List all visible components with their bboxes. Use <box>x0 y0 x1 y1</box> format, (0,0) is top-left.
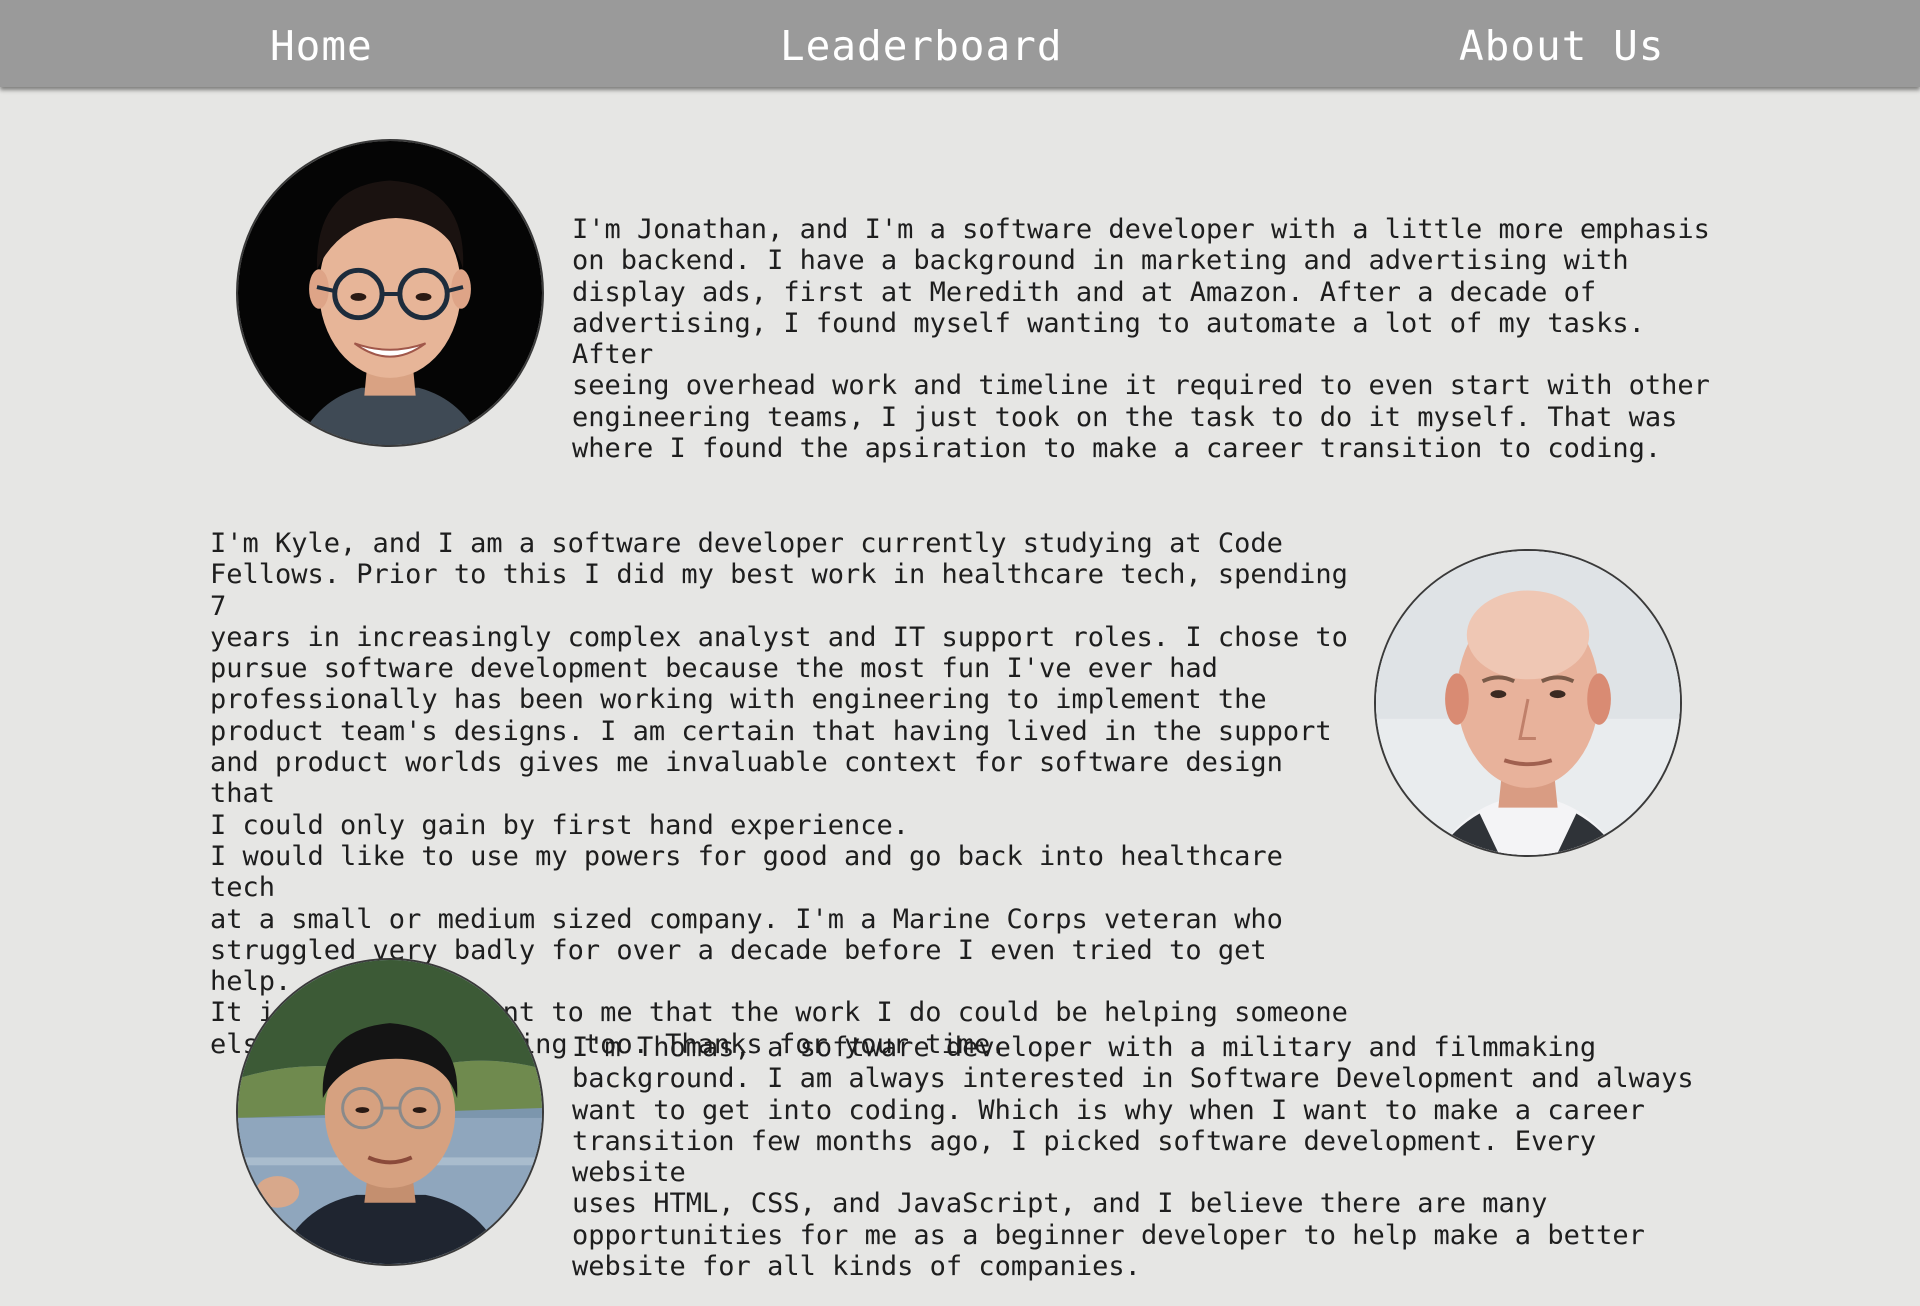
jonathan-bio: I'm Jonathan, and I'm a software develop… <box>572 214 1710 465</box>
nav-about-us-link[interactable]: About Us <box>1459 0 1664 87</box>
kyle-avatar <box>1374 549 1682 857</box>
nav-home-link[interactable]: Home <box>270 0 373 87</box>
jonathan-avatar <box>236 139 544 447</box>
top-nav: Home Leaderboard About Us <box>0 0 1920 87</box>
nav-leaderboard-link[interactable]: Leaderboard <box>780 0 1063 87</box>
thomas-avatar <box>236 958 544 1266</box>
thomas-bio: I'm Thomas, a software developer with a … <box>572 1032 1694 1283</box>
